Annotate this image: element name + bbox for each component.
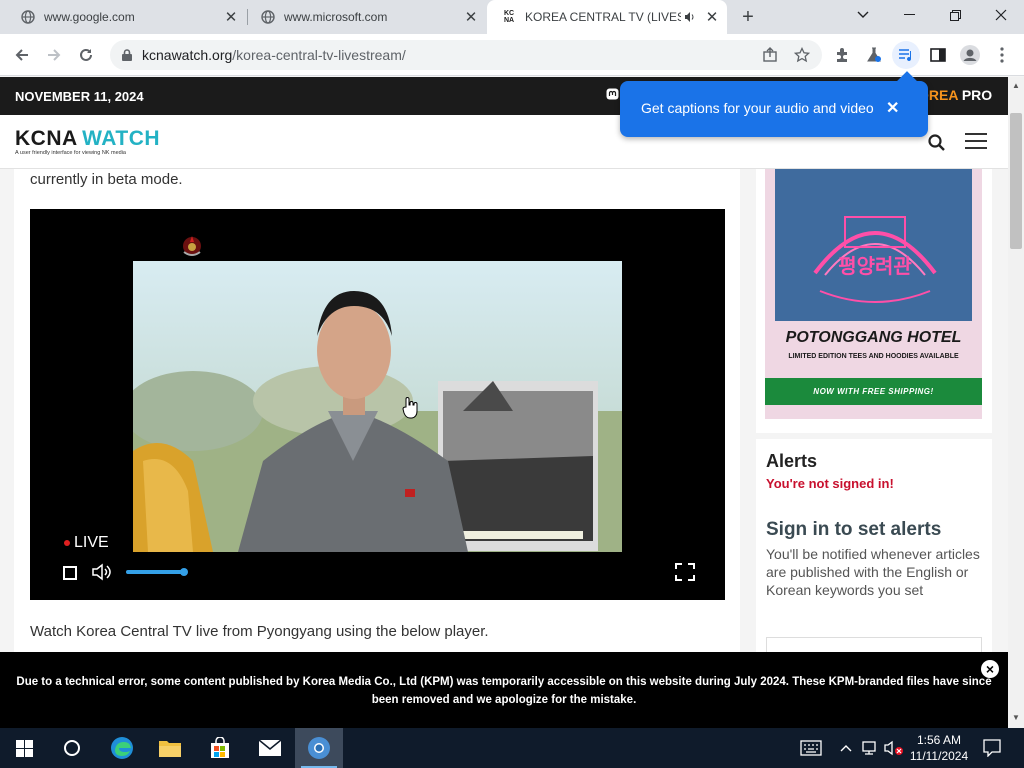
svg-text:평양려관: 평양려관 bbox=[838, 254, 912, 278]
system-clock[interactable]: 1:56 AM 11/11/2024 bbox=[903, 732, 975, 764]
profile-avatar-icon[interactable] bbox=[956, 41, 984, 69]
search-circle-icon[interactable] bbox=[48, 728, 96, 768]
search-icon[interactable] bbox=[928, 134, 946, 152]
clock-date: 11/11/2024 bbox=[909, 749, 969, 763]
scrollbar-thumb[interactable] bbox=[1010, 113, 1022, 249]
audio-playing-icon[interactable] bbox=[681, 8, 699, 26]
video-player[interactable]: LIVE bbox=[30, 209, 725, 600]
kcna-watch-logo[interactable]: KCNA WATCH A user friendly interface for… bbox=[15, 127, 160, 156]
share-icon[interactable] bbox=[756, 41, 784, 69]
chrome-taskbar-icon[interactable] bbox=[295, 728, 343, 768]
korea-pro-link[interactable]: OREA PRO bbox=[918, 87, 992, 103]
tshirt-image: 평양려관 bbox=[775, 169, 972, 321]
keyboard-icon[interactable] bbox=[796, 728, 826, 768]
current-date: NOVEMBER 11, 2024 bbox=[15, 89, 144, 104]
close-tab-icon[interactable]: ✕ bbox=[703, 8, 721, 26]
caption-popup-text: Get captions for your audio and video bbox=[641, 100, 874, 116]
scroll-up-icon[interactable]: ▲ bbox=[1012, 81, 1020, 90]
volume-slider-handle[interactable] bbox=[180, 568, 188, 576]
main-column: currently in beta mode. LIVE Watch Korea… bbox=[14, 169, 740, 728]
ad-title: POTONGGANG HOTEL bbox=[785, 329, 962, 346]
address-bar[interactable]: kcnawatch.org/korea-central-tv-livestrea… bbox=[110, 40, 822, 70]
notifications-icon[interactable] bbox=[976, 728, 1008, 768]
restore-icon[interactable] bbox=[932, 0, 978, 30]
extensions-icon[interactable] bbox=[828, 41, 856, 69]
tab-google[interactable]: www.google.com ✕ bbox=[0, 0, 246, 34]
labs-flask-icon[interactable] bbox=[860, 41, 888, 69]
back-icon[interactable] bbox=[8, 41, 36, 69]
beta-notice: currently in beta mode. bbox=[30, 171, 183, 188]
hand-cursor-icon bbox=[402, 396, 418, 425]
tab-korea-central-tv[interactable]: KC NA KOREA CENTRAL TV (LIVEST ✕ bbox=[487, 0, 727, 34]
notice-message: Due to a technical error, some content p… bbox=[16, 676, 992, 706]
close-banner-button[interactable]: × bbox=[981, 660, 999, 678]
url-text: kcnawatch.org/korea-central-tv-livestrea… bbox=[142, 47, 406, 63]
notice-banner: Due to a technical error, some content p… bbox=[0, 652, 1008, 728]
sign-in-title: Sign in to set alerts bbox=[766, 519, 942, 540]
close-tab-icon[interactable]: ✕ bbox=[222, 8, 240, 26]
globe-icon bbox=[20, 9, 36, 25]
hamburger-menu-icon[interactable] bbox=[965, 133, 987, 151]
tray-chevron-up-icon[interactable] bbox=[836, 728, 856, 768]
ad-subtitle: LIMITED EDITION TEES AND HOODIES AVAILAB… bbox=[788, 353, 959, 360]
close-popup-icon[interactable]: ✕ bbox=[886, 98, 899, 118]
network-icon[interactable] bbox=[858, 728, 882, 768]
sidebar: 평양려관 POTONGGANG HOTEL LIMITED EDITION TE… bbox=[756, 169, 992, 728]
side-panel-icon[interactable] bbox=[924, 41, 952, 69]
tab-title: www.microsoft.com bbox=[284, 10, 388, 24]
tab-title: KOREA CENTRAL TV (LIVEST bbox=[525, 10, 681, 24]
tab-microsoft[interactable]: www.microsoft.com ✕ bbox=[240, 0, 486, 34]
logo-tagline: A user friendly interface for viewing NK… bbox=[15, 150, 126, 156]
browser-toolbar: kcnawatch.org/korea-central-tv-livestrea… bbox=[0, 34, 1024, 76]
kcna-favicon-icon: KC NA bbox=[503, 10, 515, 24]
file-explorer-icon[interactable] bbox=[146, 728, 194, 768]
potonggang-hotel-ad[interactable]: 평양려관 POTONGGANG HOTEL LIMITED EDITION TE… bbox=[765, 169, 982, 419]
lock-icon[interactable] bbox=[122, 49, 132, 61]
fullscreen-icon[interactable] bbox=[675, 563, 695, 586]
clock-time: 1:56 AM bbox=[916, 733, 962, 747]
live-dot-icon bbox=[64, 540, 70, 546]
chevron-down-icon[interactable] bbox=[840, 0, 886, 30]
taskbar: 1:56 AM 11/11/2024 bbox=[0, 728, 1024, 768]
mail-icon[interactable] bbox=[246, 728, 294, 768]
volume-slider[interactable] bbox=[126, 570, 184, 574]
stop-button[interactable] bbox=[63, 566, 77, 580]
reload-icon[interactable] bbox=[72, 41, 100, 69]
ad-container: 평양려관 POTONGGANG HOTEL LIMITED EDITION TE… bbox=[756, 169, 992, 433]
globe-icon bbox=[260, 9, 276, 25]
edge-browser-icon[interactable] bbox=[98, 728, 146, 768]
web-page: NOVEMBER 11, 2024 OREA PRO KCNA WATCH A … bbox=[0, 77, 1008, 728]
new-tab-button[interactable]: + bbox=[737, 6, 759, 28]
ad-shipping-banner: NOW WITH FREE SHIPPING! bbox=[765, 378, 982, 405]
forward-icon[interactable] bbox=[40, 41, 68, 69]
live-indicator: LIVE bbox=[64, 534, 109, 552]
store-icon[interactable] bbox=[196, 728, 244, 768]
tab-title: www.google.com bbox=[44, 10, 135, 24]
alerts-description: You'll be notified whenever articles are… bbox=[766, 546, 980, 598]
page-scrollbar[interactable]: ▲ ▼ bbox=[1008, 77, 1024, 728]
bookmark-star-icon[interactable] bbox=[788, 41, 816, 69]
chrome-menu-icon[interactable] bbox=[988, 41, 1016, 69]
minimize-icon[interactable] bbox=[886, 0, 932, 30]
close-tab-icon[interactable]: ✕ bbox=[462, 8, 480, 26]
volume-icon[interactable] bbox=[92, 563, 112, 586]
alerts-title: Alerts bbox=[766, 451, 818, 471]
scroll-down-icon[interactable]: ▼ bbox=[1012, 713, 1020, 722]
windows-start-icon[interactable] bbox=[0, 728, 48, 768]
tab-strip: www.google.com ✕ www.microsoft.com ✕ KC N… bbox=[0, 0, 1024, 34]
live-caption-popup: Get captions for your audio and video ✕ bbox=[620, 71, 928, 137]
not-signed-in-text: You're not signed in! bbox=[766, 476, 894, 491]
media-controls-icon[interactable] bbox=[892, 41, 920, 69]
video-frame[interactable] bbox=[133, 261, 622, 552]
close-icon[interactable] bbox=[978, 0, 1024, 30]
mastodon-icon[interactable] bbox=[606, 88, 619, 105]
watch-description: Watch Korea Central TV live from Pyongya… bbox=[30, 623, 489, 640]
